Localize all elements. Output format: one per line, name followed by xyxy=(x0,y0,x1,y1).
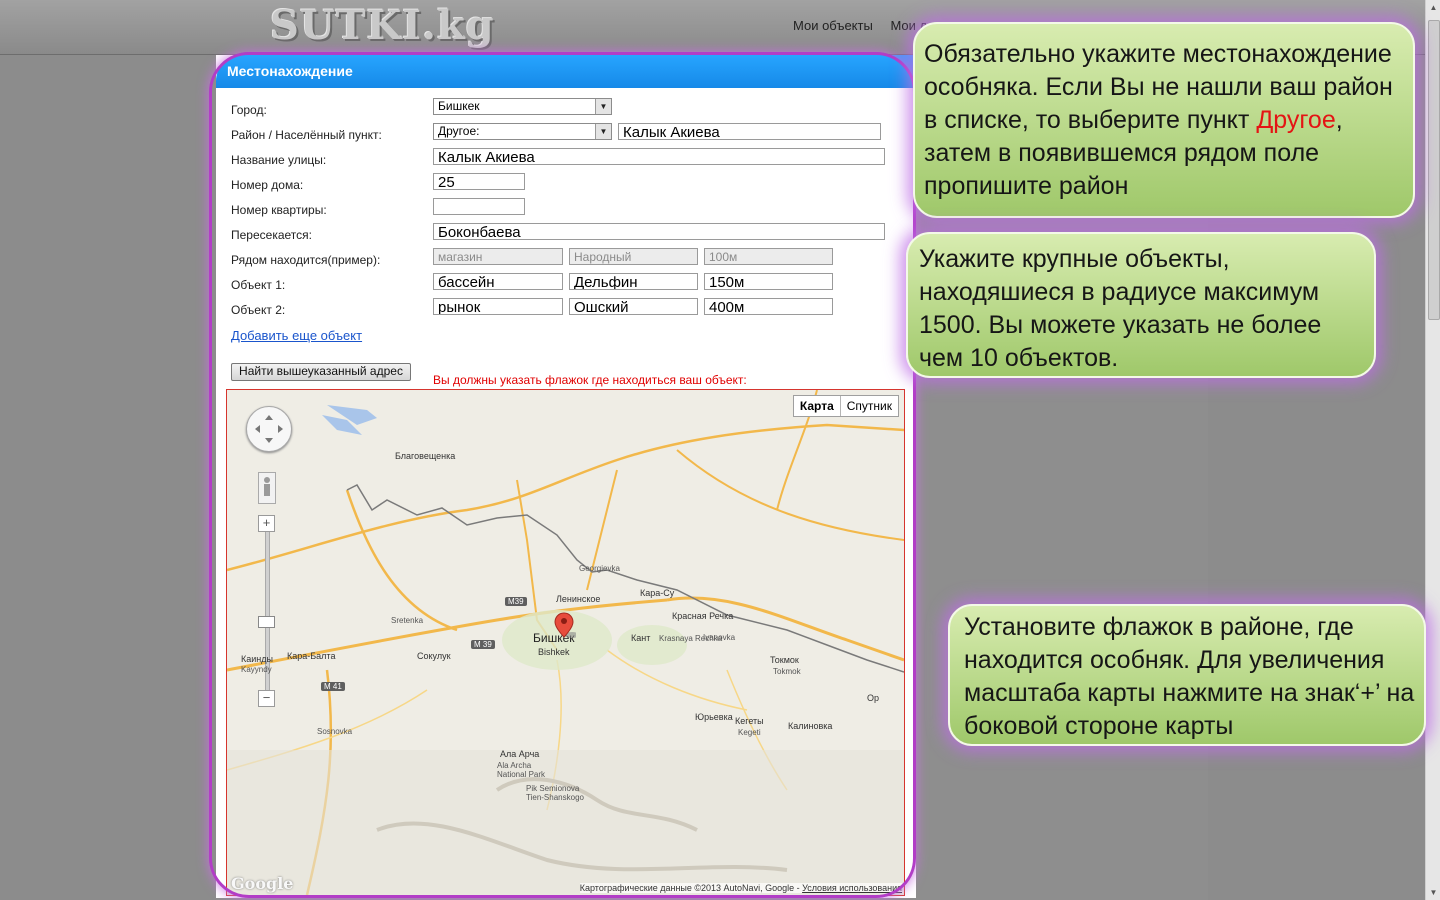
nav-my-objects[interactable]: Мои объекты xyxy=(793,18,873,33)
place-label: Bishkek xyxy=(538,647,570,657)
object2-distance-input[interactable]: 400м xyxy=(704,298,833,315)
district-select-value: Другое: xyxy=(438,124,480,138)
house-label: Номер дома: xyxy=(231,178,304,192)
place-label: Сокулук xyxy=(417,651,451,661)
panel-title: Местонахождение xyxy=(216,55,916,88)
copyright-text: Картографические данные ©2013 AutoNavi, … xyxy=(579,883,803,893)
object1-type-input[interactable]: бассейн xyxy=(433,273,563,290)
street-label: Название улицы: xyxy=(231,153,327,167)
object1-distance-input[interactable]: 150м xyxy=(704,273,833,290)
person-icon xyxy=(264,477,270,496)
place-label: Ivanovka xyxy=(703,633,736,642)
object1-name-input[interactable]: Дельфин xyxy=(569,273,698,290)
place-label: Благовещенка xyxy=(395,451,456,461)
left-background xyxy=(0,55,216,900)
place-label: Ala Archa National Park xyxy=(497,761,546,779)
place-label: Ор xyxy=(867,693,880,703)
crosses-input[interactable]: Боконбаева xyxy=(433,223,885,240)
place-label: Калиновка xyxy=(788,721,833,731)
object2-label: Объект 2: xyxy=(231,303,286,317)
map-type-toggle[interactable]: Карта Спутник xyxy=(792,395,899,417)
callout-flag: Установите флажок в районе, где находитс… xyxy=(948,604,1426,746)
place-label: Красная Речка xyxy=(672,611,734,621)
object2-name-input[interactable]: Ошский xyxy=(569,298,698,315)
object1-label: Объект 1: xyxy=(231,278,286,292)
place-label: Кегеты xyxy=(735,716,764,726)
place-label: Pik Semionova Tien-Shanskogo xyxy=(526,784,584,802)
street-input[interactable]: Калык Акиева xyxy=(433,148,885,165)
nearby-example-name: Народный xyxy=(569,248,698,265)
city-select-value: Бишкек xyxy=(438,99,480,113)
add-object-link[interactable]: Добавить еще объект xyxy=(231,328,362,343)
place-label: Кара-Балта xyxy=(287,651,336,661)
map-canvas[interactable]: Карта Спутник + − Благовещенка Georgievk… xyxy=(226,389,905,896)
place-label: Kegeti xyxy=(738,728,761,737)
scroll-thumb[interactable] xyxy=(1428,20,1440,320)
map-type-satellite[interactable]: Спутник xyxy=(841,396,898,416)
nearby-example-type: магазин xyxy=(433,248,563,265)
road-shield: M 41 xyxy=(321,682,345,691)
pan-arrows-icon xyxy=(255,415,283,443)
place-label: Кара-Су xyxy=(640,588,675,598)
nearby-label: Рядом находится(пример): xyxy=(231,253,381,267)
find-address-button[interactable]: Найти вышеуказанный адрес xyxy=(231,363,411,381)
flag-warning: Вы должны указать флажок где находиться … xyxy=(433,373,747,387)
nearby-example-distance: 100м xyxy=(704,248,833,265)
map-copyright: Картографические данные ©2013 AutoNavi, … xyxy=(579,883,902,893)
object2-type-input[interactable]: рынок xyxy=(433,298,563,315)
place-label: Токмок xyxy=(770,655,799,665)
callout-location: Обязательно укажите местонахождение особ… xyxy=(913,22,1415,218)
page-scrollbar[interactable]: ▲ ▼ xyxy=(1425,0,1440,900)
district-custom-input[interactable]: Калык Акиева xyxy=(618,123,881,140)
place-label: Кант xyxy=(631,633,651,643)
zoom-out-icon[interactable]: − xyxy=(258,690,275,707)
callout-objects: Укажите крупные объекты, находяшиеся в р… xyxy=(906,232,1376,378)
place-label: Ала Арча xyxy=(500,749,540,759)
place-label: Юрьевка xyxy=(695,712,733,722)
map-pan-control-icon[interactable] xyxy=(246,406,292,452)
site-logo[interactable]: SUTKI.kg xyxy=(270,2,495,49)
scroll-up-arrow-icon[interactable]: ▲ xyxy=(1426,0,1440,15)
pegman-icon[interactable] xyxy=(258,472,276,504)
house-input[interactable]: 25 xyxy=(433,173,525,190)
city-label: Город: xyxy=(231,103,267,117)
district-select[interactable]: Другое: ▼ xyxy=(433,123,612,140)
road-shield: M 39 xyxy=(471,640,495,649)
chevron-down-icon: ▼ xyxy=(595,124,611,139)
map-type-map[interactable]: Карта xyxy=(794,396,841,416)
place-label: Ленинское xyxy=(556,594,601,604)
place-label: Georgievka xyxy=(579,564,620,573)
place-label: Tokmok xyxy=(773,667,801,676)
place-label: Sretenka xyxy=(391,616,424,625)
chevron-down-icon: ▼ xyxy=(595,99,611,114)
callout-location-red: Другое xyxy=(1256,106,1336,134)
scroll-down-arrow-icon[interactable]: ▼ xyxy=(1426,885,1440,900)
road-shield: M39 xyxy=(505,597,527,606)
place-label: Kayyndy xyxy=(241,665,272,674)
place-label: Каинды xyxy=(241,654,273,664)
terms-link[interactable]: Условия использования xyxy=(802,883,902,893)
zoom-in-icon[interactable]: + xyxy=(258,515,275,532)
district-label: Район / Населённый пункт: xyxy=(231,128,382,142)
crosses-label: Пересекается: xyxy=(231,228,312,242)
zoom-slider-knob[interactable] xyxy=(258,616,275,628)
map-marker-icon[interactable] xyxy=(554,611,576,639)
google-logo[interactable]: Google xyxy=(231,874,293,893)
apartment-input[interactable] xyxy=(433,198,525,215)
location-panel: Местонахождение Город: Бишкек ▼ Район / … xyxy=(216,55,916,898)
place-label: Sosnovka xyxy=(317,727,353,736)
apartment-label: Номер квартиры: xyxy=(231,203,327,217)
city-select[interactable]: Бишкек ▼ xyxy=(433,98,612,115)
